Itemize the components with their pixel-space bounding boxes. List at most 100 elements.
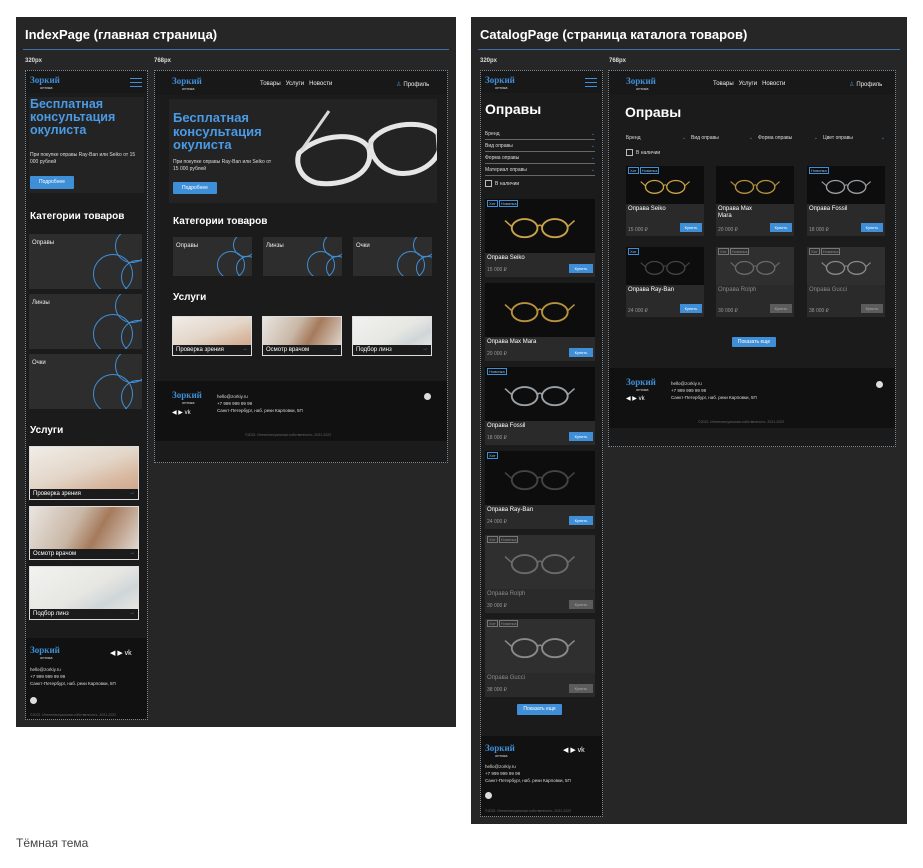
filter-brand[interactable]: Бренд ⌄ (485, 131, 595, 140)
product-card[interactable]: Хит Оправа Ray-Ban 24 000 ₽ Купить (626, 247, 704, 317)
logo[interactable]: Зоркий оптика (485, 76, 515, 91)
more-button[interactable]: Подробнее (173, 182, 217, 194)
product-image (485, 451, 595, 505)
product-name: Оправа Fossil (487, 423, 526, 429)
logo[interactable]: Зоркий оптика (626, 378, 656, 393)
product-image (716, 166, 794, 204)
product-image (485, 199, 595, 253)
catalog-mobile-frame: Зоркий оптика Оправы Бренд ⌄ Вид оправы ⌄ Ф… (480, 70, 603, 817)
service-bar: Проверка зрения → (173, 345, 251, 355)
profile-link[interactable]: ♙ Профиль (849, 81, 882, 88)
header: Зоркий оптика Товары Услуги Новости ♙ Профил… (609, 71, 895, 95)
filter-type[interactable]: Вид оправы ⌄ (485, 143, 595, 152)
category-label: Линзы (32, 300, 50, 306)
arrow-right-icon: → (129, 610, 135, 616)
filter-color[interactable]: Цвет оправы ⌄ (823, 135, 885, 141)
filter-shape[interactable]: Форма оправы ⌄ (758, 135, 818, 141)
tag-badge: Новинка (809, 167, 829, 174)
logo[interactable]: Зоркий оптика (172, 77, 202, 92)
product-card[interactable]: Новинка Оправа Fossil 18 000 ₽ Купить (485, 367, 595, 445)
service-bar: Подбор линз → (353, 345, 431, 355)
theme-toggle[interactable] (485, 792, 492, 799)
service-card[interactable]: Осмотр врачом → (262, 316, 342, 356)
theme-toggle[interactable] (424, 393, 431, 400)
category-label: Оправы (176, 243, 199, 249)
decor-circle (236, 256, 252, 276)
buy-button[interactable]: Купить (770, 223, 792, 232)
logo[interactable]: Зоркий оптика (30, 76, 60, 91)
theme-toggle[interactable] (30, 697, 37, 704)
product-card[interactable]: Хит Новинка Оправа Gucci 38 000 ₽ Купить (807, 247, 885, 317)
product-card[interactable]: Оправа Max Mara 20 000 ₽ Купить (485, 283, 595, 361)
service-card[interactable]: Осмотр врачом → (29, 506, 139, 560)
social-icons[interactable]: ◀ ▶ vk (563, 746, 585, 754)
filter-material[interactable]: Материал оправы ⌄ (485, 167, 595, 176)
service-card[interactable]: Подбор линз → (29, 566, 139, 620)
social-icons[interactable]: ◀ ▶ vk (626, 395, 645, 402)
main-nav[interactable]: Товары Услуги Новости (713, 81, 790, 87)
show-more-button[interactable]: Показать еще (517, 704, 562, 715)
menu-icon[interactable] (585, 78, 597, 87)
tag-badge: Хит (487, 620, 498, 627)
category-card[interactable]: Линзы (263, 237, 342, 276)
theme-toggle[interactable] (876, 381, 883, 388)
logo[interactable]: Зоркий оптика (485, 744, 515, 759)
in-stock-checkbox[interactable]: В наличии (485, 180, 519, 187)
product-card[interactable]: Оправа Max Mara 20 000 ₽ Купить (716, 166, 794, 236)
buy-button[interactable]: Купить (680, 223, 702, 232)
buy-button[interactable]: Купить (569, 348, 593, 357)
in-stock-checkbox[interactable]: В наличии (626, 149, 660, 156)
buy-button[interactable]: Купить (569, 432, 593, 441)
product-tags: Хит Новинка (628, 167, 660, 174)
filter-type[interactable]: Вид оправы ⌄ (691, 135, 753, 141)
more-button[interactable]: Подробнее (30, 176, 74, 189)
product-name: Оправа Max Mara (487, 339, 537, 345)
service-card[interactable]: Подбор линз → (352, 316, 432, 356)
social-icons[interactable]: ◀ ▶ vk (110, 649, 132, 657)
copyright: ©2022. Интеллектуальная собственность. 2… (245, 433, 332, 437)
contacts: hello@zorkiy.ru +7 999 999 99 99 Санкт-Пет… (671, 381, 757, 401)
category-card[interactable]: Очки (29, 354, 142, 409)
profile-link[interactable]: ♙ Профиль (396, 81, 429, 88)
logo[interactable]: Зоркий оптика (172, 391, 202, 406)
category-card[interactable]: Оправы (173, 237, 252, 276)
product-card[interactable]: Хит Новинка Оправа Rolph 30 000 ₽ Купить (716, 247, 794, 317)
buy-button[interactable]: Купить (680, 304, 702, 313)
tag-badge: Хит (487, 452, 498, 459)
service-card[interactable]: Проверка зрения → (172, 316, 252, 356)
menu-icon[interactable] (130, 78, 142, 87)
category-card[interactable]: Оправы (29, 234, 142, 289)
buy-button[interactable]: Купить (861, 223, 883, 232)
product-card[interactable]: Хит Оправа Ray-Ban 24 000 ₽ Купить (485, 451, 595, 529)
product-card[interactable]: Хит Новинка Оправа Seiko 15 000 ₽ Купить (485, 199, 595, 277)
buy-button[interactable]: Купить (569, 264, 593, 273)
tag-badge: Новинка (639, 167, 660, 174)
tag-badge: Новинка (498, 620, 519, 627)
product-card[interactable]: Хит Новинка Оправа Seiko 15 000 ₽ Купить (626, 166, 704, 236)
filter-brand[interactable]: Бренд ⌄ (626, 135, 686, 141)
product-card[interactable]: Хит Новинка Оправа Gucci 38 000 ₽ Купить (485, 619, 595, 697)
product-tags: Хит Новинка (487, 620, 519, 627)
category-card[interactable]: Линзы (29, 294, 142, 349)
social-icons[interactable]: ◀ ▶ vk (172, 409, 191, 416)
buy-button[interactable]: Купить (569, 684, 593, 693)
service-card[interactable]: Проверка зрения → (29, 446, 139, 500)
logo[interactable]: Зоркий оптика (626, 77, 656, 92)
show-more-button[interactable]: Показать еще (732, 337, 776, 347)
logo[interactable]: Зоркий оптика (30, 646, 60, 661)
category-card[interactable]: Очки (353, 237, 432, 276)
buy-button[interactable]: Купить (569, 516, 593, 525)
tag-badge: Хит (628, 167, 639, 174)
product-price: 15 000 ₽ (487, 267, 507, 273)
buy-button[interactable]: Купить (770, 304, 792, 313)
product-card[interactable]: Новинка Оправа Fossil 18 000 ₽ Купить (807, 166, 885, 236)
buy-button[interactable]: Купить (569, 600, 593, 609)
category-label: Очки (32, 360, 46, 366)
main-nav[interactable]: Товары Услуги Новости (260, 81, 337, 87)
filter-shape[interactable]: Форма оправы ⌄ (485, 155, 595, 164)
tag-badge: Хит (487, 536, 498, 543)
buy-button[interactable]: Купить (861, 304, 883, 313)
breakpoint-label: 320px (480, 58, 498, 64)
product-card[interactable]: Хит Новинка Оправа Rolph 30 000 ₽ Купить (485, 535, 595, 613)
product-tags: Хит Новинка (487, 536, 519, 543)
